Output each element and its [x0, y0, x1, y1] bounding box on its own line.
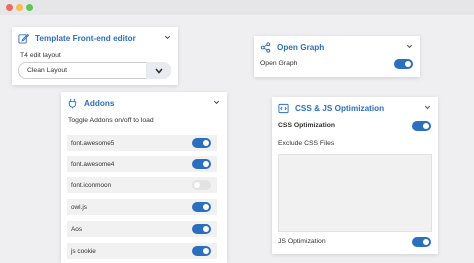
addon-label: Aos	[71, 225, 83, 233]
addon-row: owl.js	[67, 199, 217, 215]
template-editor-panel: Template Front-end editor T4 edit layout…	[12, 27, 178, 85]
css-optimization-toggle[interactable]	[412, 121, 431, 131]
layout-select[interactable]: Clean Layout	[18, 62, 171, 79]
addon-toggle[interactable]	[192, 202, 211, 212]
js-optimization-toggle[interactable]	[412, 237, 431, 247]
addon-row: font.awesome4	[67, 156, 217, 172]
addon-label: owl.js	[71, 203, 87, 211]
select-value: Clean Layout	[27, 67, 68, 74]
exclude-css-label: Exclude CSS Files	[278, 140, 335, 147]
addon-label: js cookie	[71, 247, 96, 255]
panel-title: CSS & JS Optimization	[295, 103, 385, 113]
open-graph-panel: Open Graph Open Graph	[254, 36, 420, 77]
addon-toggle[interactable]	[192, 246, 211, 256]
close-window-button[interactable]	[6, 4, 13, 11]
share-icon	[260, 41, 271, 53]
addons-panel: Addons Toggle Addons on/off to load font…	[61, 92, 227, 263]
chevron-down-icon[interactable]	[423, 103, 432, 112]
addon-row: js cookie	[67, 243, 217, 259]
open-graph-toggle[interactable]	[394, 59, 413, 69]
panel-title: Addons	[84, 98, 115, 108]
minimize-window-button[interactable]	[16, 4, 23, 11]
addon-row: Aos	[67, 221, 217, 237]
window-titlebar	[0, 0, 474, 15]
maximize-window-button[interactable]	[26, 4, 33, 11]
panel-title: Open Graph	[277, 42, 325, 52]
select-dropdown-button[interactable]	[146, 62, 171, 79]
addon-toggle[interactable]	[192, 224, 211, 234]
addon-toggle[interactable]	[192, 138, 211, 148]
edit-icon	[18, 33, 29, 44]
addon-toggle[interactable]	[192, 159, 211, 169]
open-graph-label: Open Graph	[260, 60, 298, 67]
code-icon	[278, 103, 289, 113]
chevron-down-icon	[154, 67, 163, 74]
css-optimization-label: CSS Optimization	[278, 122, 336, 129]
js-optimization-label: JS Optimization	[278, 238, 326, 245]
addons-header[interactable]: Addons	[61, 92, 227, 114]
addons-description: Toggle Addons on/off to load	[68, 117, 154, 124]
addon-label: font.awesome4	[71, 160, 115, 168]
addon-row: font.awesome5	[67, 135, 217, 151]
plug-icon	[68, 98, 77, 109]
addon-label: font.awesome5	[71, 139, 115, 147]
panel-title: Template Front-end editor	[35, 33, 136, 43]
addon-row: font.iconmoon	[67, 177, 217, 193]
field-label: T4 edit layout	[20, 52, 61, 59]
chevron-down-icon[interactable]	[405, 42, 414, 51]
chevron-down-icon[interactable]	[212, 98, 221, 107]
chevron-down-icon[interactable]	[163, 33, 172, 42]
css-js-header[interactable]: CSS & JS Optimization	[272, 97, 438, 119]
open-graph-header[interactable]: Open Graph	[254, 36, 420, 58]
exclude-css-textarea[interactable]	[278, 154, 432, 232]
template-editor-header[interactable]: Template Front-end editor	[12, 27, 178, 49]
addon-toggle[interactable]	[192, 180, 211, 190]
addon-label: font.iconmoon	[71, 181, 112, 189]
css-js-panel: CSS & JS Optimization CSS Optimization E…	[272, 97, 438, 254]
